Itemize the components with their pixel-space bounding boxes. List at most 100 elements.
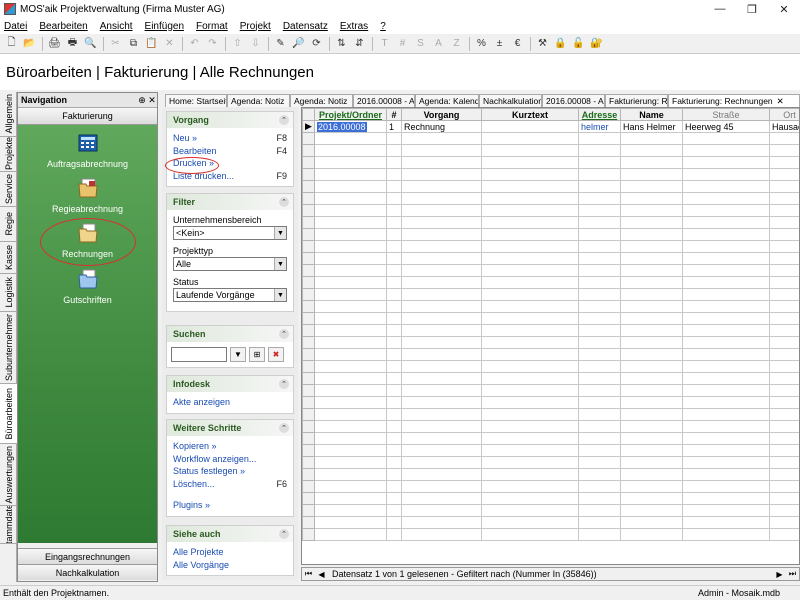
menu-ansicht[interactable]: Ansicht [100,21,133,32]
column-header-kurztext[interactable]: Kurztext [481,108,579,121]
document-tab-nachkalkulation[interactable]: Nachkalkulation [479,94,542,107]
print-icon[interactable]: 🖶 [64,35,81,52]
z-icon[interactable]: Z [448,35,465,52]
navigation-item-gutschriften[interactable]: Gutschriften [18,268,157,305]
document-tab-agenda-notiz[interactable]: Agenda: Notiz [227,94,290,107]
pen-icon[interactable]: ✎ [272,35,289,52]
close-button[interactable]: ✕ [768,0,800,18]
task-link-status-festlegen[interactable]: Status festlegen » [173,465,287,478]
preview-icon[interactable]: 🔍 [82,35,99,52]
arrow-up-icon[interactable]: ⇧ [229,35,246,52]
siehe-auch-header[interactable]: Siehe auch ⌃ [167,526,293,542]
navigation-eingangsrechnungen[interactable]: Eingangsrechnungen [18,548,157,564]
redo-icon[interactable]: ↷ [204,35,221,52]
paste-icon[interactable]: 📋 [143,35,160,52]
column-header-straße[interactable]: Straße [682,108,770,121]
table-cell[interactable]: Heerweg 45 [682,120,770,133]
copy-icon[interactable]: ⧉ [125,35,142,52]
menu-[interactable]: ? [380,21,386,32]
task-link-neu[interactable]: Neu » F8 [173,132,287,145]
column-header-selector[interactable] [302,108,315,121]
task-link-kopieren[interactable]: Kopieren » [173,440,287,453]
filter-select-unternehmensbereich[interactable]: <Kein> ▼ [173,226,287,240]
filter-header[interactable]: Filter ⌃ [167,194,293,210]
collapse-icon[interactable]: ⌃ [279,115,289,125]
delete-icon[interactable]: ✕ [161,35,178,52]
find-icon[interactable]: 🔎 [290,35,307,52]
task-link-workflow-anzeigen[interactable]: Workflow anzeigen... [173,453,287,466]
last-record-icon[interactable]: ⏭ [786,568,799,580]
tools-icon[interactable]: ⚒ [534,35,551,52]
refresh-icon[interactable]: ⟳ [308,35,325,52]
task-link-bearbeiten[interactable]: Bearbeiten F4 [173,145,287,158]
euro-icon[interactable]: € [509,35,526,52]
navigation-item-auftragsabrechnung[interactable]: Auftragsabrechnung [18,132,157,169]
first-record-icon[interactable]: ⏮ [302,568,315,580]
collapse-icon[interactable]: ⌃ [279,379,289,389]
lock-red-icon[interactable]: 🔐 [588,35,605,52]
percent-icon[interactable]: % [473,35,490,52]
sort-za-icon[interactable]: ⇵ [351,35,368,52]
menu-format[interactable]: Format [196,21,228,32]
menu-datei[interactable]: Datei [4,21,27,32]
vertical-tab-stammdaten[interactable]: Stammdaten [0,506,17,544]
minimize-button[interactable]: — [704,0,736,18]
document-tab-2016-00008-a[interactable]: 2016.00008 - A [353,94,415,107]
menu-extras[interactable]: Extras [340,21,368,32]
navigation-nachkalkulation[interactable]: Nachkalkulation [18,564,157,580]
table-cell[interactable]: 2016.00008 [314,120,387,133]
hash-icon[interactable]: # [394,35,411,52]
task-link-akte-anzeigen[interactable]: Akte anzeigen [173,396,287,409]
next-record-icon[interactable]: ▶ [773,568,786,580]
lock-blue-icon[interactable]: 🔒 [552,35,569,52]
vertical-tab-kasse[interactable]: Kasse [0,242,17,274]
document-tab-fakturierung-r[interactable]: Fakturierung: R [605,94,668,107]
column-header-vorgang[interactable]: Vorgang [401,108,482,121]
task-link-plugins[interactable]: Plugins » [173,499,287,512]
arrow-down-icon[interactable]: ⇩ [247,35,264,52]
column-header-projekt-ordner[interactable]: Projekt/Ordner [314,108,387,121]
table-cell[interactable]: Hans Helmer [620,120,683,133]
menu-datensatz[interactable]: Datensatz [283,21,328,32]
infodesk-header[interactable]: Infodesk ⌃ [167,376,293,392]
collapse-icon[interactable]: ⌃ [279,197,289,207]
new-icon[interactable]: 🗋 [3,35,20,52]
task-link-alle-projekte[interactable]: Alle Projekte [173,546,287,559]
column-header-ort[interactable]: Ort [769,108,799,121]
vertical-tab-projekte[interactable]: Projekte [0,137,17,172]
menu-projekt[interactable]: Projekt [240,21,271,32]
decimal-icon[interactable]: ± [491,35,508,52]
collapse-icon[interactable]: ⌃ [279,329,289,339]
vertical-tab-subunternehmer[interactable]: Subunternehmer [0,312,17,384]
table-cell[interactable]: 1 [386,120,402,133]
table-cell[interactable]: helmer [578,120,621,133]
vorgang-header[interactable]: Vorgang ⌃ [167,112,293,128]
column-header-name[interactable]: Name [620,108,683,121]
collapse-icon[interactable]: ⌃ [279,529,289,539]
close-tab-icon[interactable]: ✕ [777,96,784,107]
filter-select-status[interactable]: Laufende Vorgänge ▼ [173,288,287,302]
vertical-tab-service[interactable]: Service [0,172,17,207]
document-tab-fakturierung-rechnungen[interactable]: Fakturierung: Rechnungen ✕ [668,94,800,107]
suchen-header[interactable]: Suchen ⌃ [167,326,293,342]
column-header-selector[interactable]: # [386,108,402,121]
column-header-adresse[interactable]: Adresse [578,108,621,121]
document-tab-agenda-kalender[interactable]: Agenda: Kalender [415,94,479,107]
table-cell[interactable] [481,120,579,133]
search-input[interactable] [171,347,227,362]
collapse-icon[interactable]: ⌃ [279,423,289,433]
search-advanced-icon[interactable]: ⊞ [249,347,265,362]
vertical-tab-auswertungen[interactable]: Auswertungen [0,444,17,506]
open-icon[interactable]: 📂 [21,35,38,52]
document-tab-home-startseite[interactable]: Home: Startseite [165,94,227,107]
table-row[interactable]: ▶ 2016.00008 1 Rechnung helmer Hans Helmer Hee… [302,120,799,133]
task-link-löschen[interactable]: Löschen... F6 [173,478,287,491]
maximize-button[interactable]: ❐ [736,0,768,18]
vertical-tab-büroarbeiten[interactable]: Büroarbeiten [0,384,17,444]
table-cell[interactable]: Hausach [769,120,799,133]
vertical-tab-regie[interactable]: Regie [0,207,17,242]
menu-einfügen[interactable]: Einfügen [145,21,184,32]
sort-az-icon[interactable]: ⇅ [333,35,350,52]
document-tab-2016-00008-a[interactable]: 2016.00008 - A [542,94,605,107]
cut-icon[interactable]: ✂ [107,35,124,52]
